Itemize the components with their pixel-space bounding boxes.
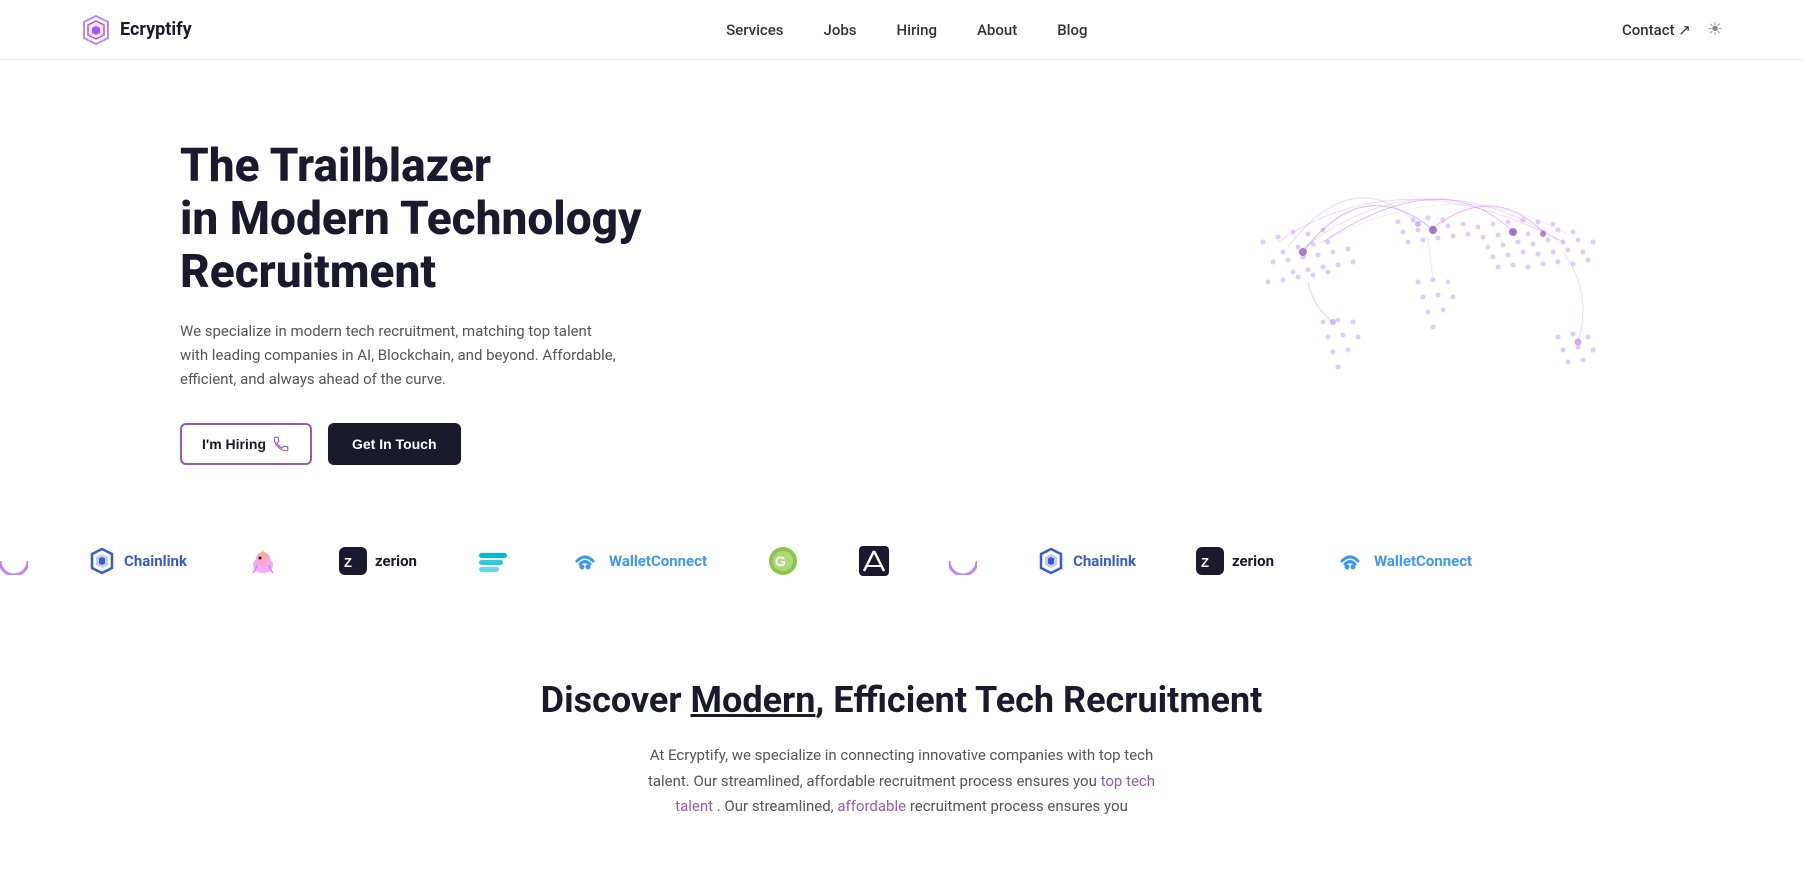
hero-title: The Trailblazer in Modern Technology Rec…: [180, 140, 700, 299]
svg-text:Z: Z: [1201, 555, 1209, 570]
world-map: [1203, 152, 1623, 452]
discover-affordable-link[interactable]: affordable: [837, 797, 906, 815]
push-icon: [477, 547, 509, 575]
partner-chainlink: Chainlink: [88, 547, 187, 575]
discover-subtitle: At Ecryptify, we specialize in connectin…: [642, 743, 1162, 820]
get-in-touch-button[interactable]: Get In Touch: [328, 423, 461, 465]
partner-alkimiya: [859, 546, 889, 576]
partner-coingecko: G: [767, 545, 799, 577]
partner-unicorn: [247, 545, 279, 577]
partners-track: Chainlink Z zerion: [0, 545, 1472, 577]
partner-push: [477, 547, 509, 575]
partner-walletconnect: WalletConnect: [569, 547, 707, 575]
partner-item-partial: [0, 547, 28, 575]
logo-icon: [80, 14, 112, 46]
nav-hiring[interactable]: Hiring: [897, 21, 937, 39]
phone-icon: [272, 435, 290, 453]
alkimiya-icon: [859, 546, 889, 576]
partners-section: Chainlink Z zerion: [0, 525, 1803, 597]
hero-right: [700, 152, 1623, 452]
walletconnect-icon: [569, 547, 601, 575]
partial-circle-icon: [0, 547, 28, 575]
nav-about[interactable]: About: [977, 21, 1017, 39]
nav-services[interactable]: Services: [726, 21, 783, 39]
coingecko-icon: G: [767, 545, 799, 577]
zerion-icon: Z: [339, 547, 367, 575]
partner-zerion: Z zerion: [339, 547, 417, 575]
nav-right: Contact ↗ ☀: [1622, 19, 1723, 40]
svg-text:G: G: [775, 553, 786, 569]
partner-walletconnect-dup: WalletConnect: [1334, 547, 1472, 575]
svg-text:Z: Z: [344, 555, 352, 570]
brand-name: Ecryptify: [120, 19, 192, 40]
nav-logo[interactable]: Ecryptify: [80, 14, 192, 46]
hero-buttons: I'm Hiring Get In Touch: [180, 423, 700, 465]
hero-left: The Trailblazer in Modern Technology Rec…: [180, 140, 700, 465]
theme-toggle[interactable]: ☀: [1707, 19, 1723, 40]
hero-section: The Trailblazer in Modern Technology Rec…: [0, 60, 1803, 525]
nav-jobs[interactable]: Jobs: [824, 21, 857, 39]
contact-link[interactable]: Contact ↗: [1622, 21, 1691, 39]
hero-subtitle: We specialize in modern tech recruitment…: [180, 319, 620, 391]
partner-item-partial-dup: [949, 547, 977, 575]
discover-title: Discover Modern, Efficient Tech Recruitm…: [180, 677, 1623, 724]
navbar: Ecryptify Services Jobs Hiring About Blo…: [0, 0, 1803, 60]
partner-chainlink-dup: Chainlink: [1037, 547, 1136, 575]
nav-blog[interactable]: Blog: [1057, 21, 1087, 39]
partner-zerion-dup: Z zerion: [1196, 547, 1274, 575]
hiring-button[interactable]: I'm Hiring: [180, 423, 312, 465]
nav-links: Services Jobs Hiring About Blog: [726, 21, 1087, 39]
discover-section: Discover Modern, Efficient Tech Recruitm…: [0, 597, 1803, 860]
unicorn-icon: [247, 545, 279, 577]
chainlink-icon: [88, 547, 116, 575]
